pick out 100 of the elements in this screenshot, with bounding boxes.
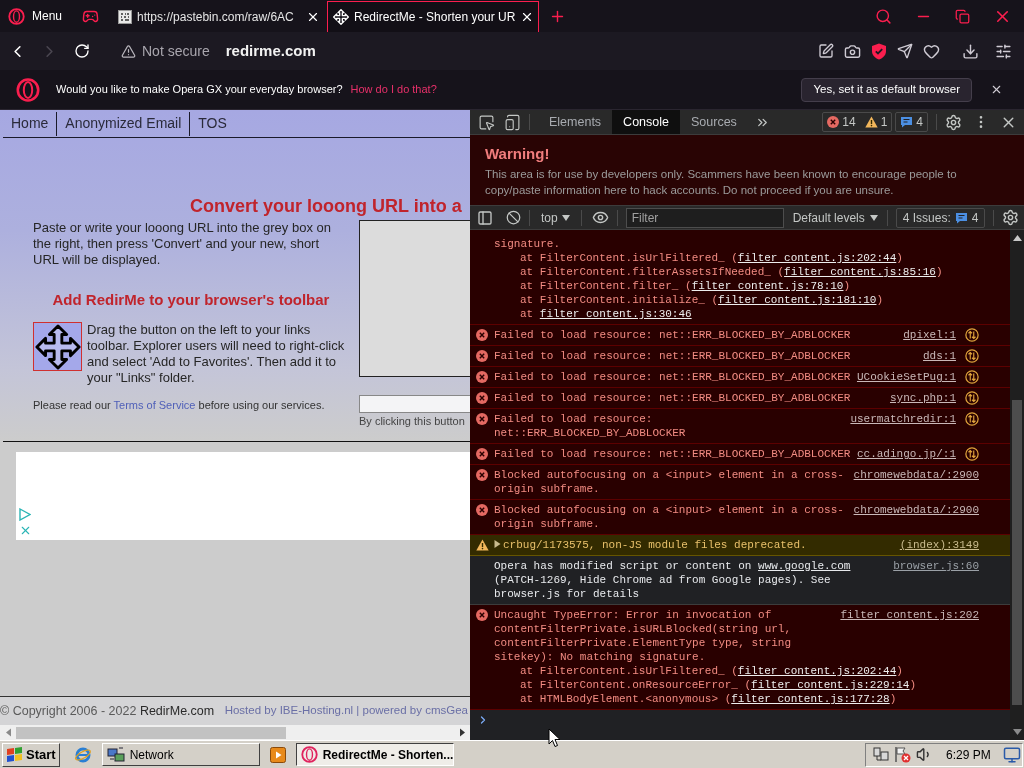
scrollbar-thumb[interactable] bbox=[1012, 400, 1022, 705]
devtools-tab[interactable]: Elements bbox=[538, 110, 613, 134]
devtools-tab[interactable]: Sources bbox=[680, 110, 748, 134]
intro-text: Paste or write your looong URL into the grey box on the right, then press 'Convert' and your new, short URL will be displayed. bbox=[33, 220, 332, 268]
nav-link[interactable]: Home bbox=[3, 111, 58, 136]
devtools-tab[interactable]: Console bbox=[612, 110, 680, 134]
eye-icon[interactable] bbox=[591, 209, 609, 226]
shield-icon[interactable] bbox=[871, 42, 887, 60]
log-levels-dropdown[interactable]: Default levels bbox=[791, 207, 879, 228]
orbit-globe-icon[interactable] bbox=[73, 745, 92, 764]
source-link[interactable]: dds:1 bbox=[923, 349, 956, 363]
browser-tab[interactable]: https://pastebin.com/raw/6AC bbox=[113, 1, 326, 32]
settings-icon[interactable] bbox=[1002, 209, 1020, 226]
message-text: Failed to load resource: net::ERR_BLOCKED_BY_ADBLOCKER bbox=[494, 413, 686, 439]
download-icon[interactable] bbox=[962, 42, 979, 60]
message-text: Opera has modified script or content on www.google.com (PATCH-1269, Hide Chrome ad from Google pages). See browser.js for details bbox=[494, 560, 851, 600]
inspect-icon[interactable] bbox=[478, 113, 495, 131]
media-player-icon[interactable] bbox=[269, 746, 286, 763]
start-button[interactable]: Start bbox=[2, 742, 60, 767]
set-default-button[interactable]: Yes, set it as default browser bbox=[801, 77, 972, 102]
source-link[interactable]: filter content.js:202:44 bbox=[737, 665, 897, 677]
source-link[interactable]: (index):3149 bbox=[899, 538, 979, 552]
source-link[interactable]: cc.adingo.jp/:1 bbox=[856, 447, 956, 461]
scrollbar-thumb[interactable] bbox=[16, 726, 286, 739]
stack-frame: at FilterContent.initialize_ (filter content.js:181:10) bbox=[494, 293, 990, 307]
caret-icon bbox=[561, 214, 570, 221]
nav-link[interactable]: Anonymized Email bbox=[57, 111, 191, 136]
message-text: Failed to load resource: net::ERR_BLOCKED_BY_ADBLOCKER bbox=[494, 371, 851, 383]
message-link[interactable]: www.google.com bbox=[758, 560, 851, 572]
hosting-text: Hosted by IBE-Hosting.nl | powered by cmsGea bbox=[224, 703, 468, 719]
source-link[interactable]: filter content.js:202 bbox=[840, 608, 979, 622]
stack-frame: at filter content.js:30:46 bbox=[494, 307, 990, 321]
restore-icon[interactable] bbox=[955, 8, 970, 24]
source-link[interactable]: browser.js:60 bbox=[893, 559, 979, 573]
scroll-left-icon[interactable] bbox=[5, 728, 12, 737]
show-desktop-icon[interactable] bbox=[1002, 745, 1021, 764]
camera-icon[interactable] bbox=[844, 42, 861, 60]
edit-icon[interactable] bbox=[818, 43, 834, 59]
error-icon bbox=[476, 371, 488, 383]
stack-frame: at FilterContent.filter_ (filter content.js:78:10) bbox=[494, 279, 990, 293]
help-link[interactable]: How do I do that? bbox=[350, 81, 437, 98]
taskbar-button[interactable]: RedirectMe - Shorten... bbox=[295, 743, 454, 766]
menu-icon[interactable] bbox=[995, 42, 1012, 60]
flag-alert-icon[interactable] bbox=[894, 746, 911, 763]
flag-logo-icon bbox=[6, 746, 23, 763]
error-icon bbox=[476, 392, 488, 404]
error-icon bbox=[476, 504, 488, 516]
source-link[interactable]: filter content.js:181:10 bbox=[718, 294, 877, 306]
site-link[interactable]: RedirMe.com bbox=[139, 703, 215, 718]
source-link[interactable]: sync.php:1 bbox=[890, 391, 956, 405]
address-url[interactable]: redirme.com bbox=[225, 39, 316, 63]
network-status-icon[interactable] bbox=[873, 746, 889, 763]
issues-button[interactable]: 4 Issues: 4 bbox=[895, 207, 986, 228]
source-link[interactable]: filter content.js:177:28 bbox=[731, 693, 890, 705]
warning-title: Warning! bbox=[485, 144, 551, 164]
error-icon bbox=[476, 413, 488, 425]
send-icon[interactable] bbox=[897, 43, 913, 59]
source-link[interactable]: UCookieSetPug:1 bbox=[856, 370, 956, 384]
issues-counter[interactable]: 4 bbox=[895, 112, 928, 132]
source-link[interactable]: chromewebdata/:2900 bbox=[853, 503, 979, 517]
instructions-text: Drag the button on the left to your links toolbar. Explorer users will need to right-click and select 'Add to Favorites'. Then add it to your "Links" folder. bbox=[87, 322, 346, 386]
nav-link[interactable]: TOS bbox=[190, 111, 235, 136]
message-text: Failed to load resource: net::ERR_BLOCKED_BY_ADBLOCKER bbox=[494, 448, 851, 460]
source-link[interactable]: filter content.js:85:16 bbox=[784, 266, 936, 278]
message-text: Failed to load resource: net::ERR_BLOCKED_BY_ADBLOCKER bbox=[494, 350, 851, 362]
scroll-down-icon[interactable] bbox=[1012, 729, 1022, 735]
taskbar-button[interactable]: Network bbox=[101, 743, 260, 766]
search-icon[interactable] bbox=[875, 7, 892, 25]
source-link[interactable]: dpixel:1 bbox=[903, 328, 956, 342]
warning-icon bbox=[864, 116, 878, 128]
close-icon[interactable] bbox=[990, 83, 1003, 96]
settings-icon[interactable] bbox=[945, 113, 962, 131]
scroll-right-icon[interactable] bbox=[459, 728, 466, 737]
message-icon bbox=[900, 116, 914, 128]
section-heading: Add RedirMe to your browser's toolbar bbox=[51, 291, 331, 309]
disclosure-caret-icon[interactable] bbox=[494, 540, 501, 548]
button-note: By clicking this button bbox=[359, 415, 466, 428]
menu-button[interactable]: Menu bbox=[8, 4, 67, 28]
sidebar-toggle-icon[interactable] bbox=[477, 209, 493, 226]
four-way-arrow-icon bbox=[34, 323, 81, 370]
reload-icon[interactable] bbox=[74, 43, 90, 59]
clear-console-icon[interactable] bbox=[506, 210, 521, 225]
source-link[interactable]: filter content.js:30:46 bbox=[539, 308, 692, 320]
error-icon bbox=[476, 329, 488, 341]
stack-frame: at FilterContent.isUrlFiltered_ (filter content.js:202:44) bbox=[494, 664, 990, 678]
scroll-up-icon[interactable] bbox=[1012, 235, 1022, 241]
bookmarklet-button[interactable] bbox=[33, 322, 82, 371]
device-toolbar-icon[interactable] bbox=[504, 113, 521, 131]
heart-icon[interactable] bbox=[923, 42, 940, 60]
source-link[interactable]: usermatchredir:1 bbox=[850, 412, 956, 426]
source-link[interactable]: filter content.js:229:14 bbox=[751, 679, 910, 691]
source-link[interactable]: chromewebdata/:2900 bbox=[853, 468, 979, 482]
error-warning-counter[interactable]: 14 1 bbox=[822, 112, 893, 132]
filter-field[interactable]: Filter bbox=[625, 207, 784, 228]
context-dropdown[interactable]: top bbox=[538, 207, 573, 228]
browser-tab[interactable]: RedirectMe - Shorten your UR bbox=[327, 1, 540, 32]
message-text: crbug/1173575, non-JS module files deprecated. bbox=[503, 539, 807, 551]
source-link[interactable]: filter content.js:78:10 bbox=[691, 280, 844, 292]
terms-link[interactable]: Terms of Service bbox=[113, 399, 196, 411]
source-link[interactable]: filter content.js:202:44 bbox=[737, 252, 897, 264]
